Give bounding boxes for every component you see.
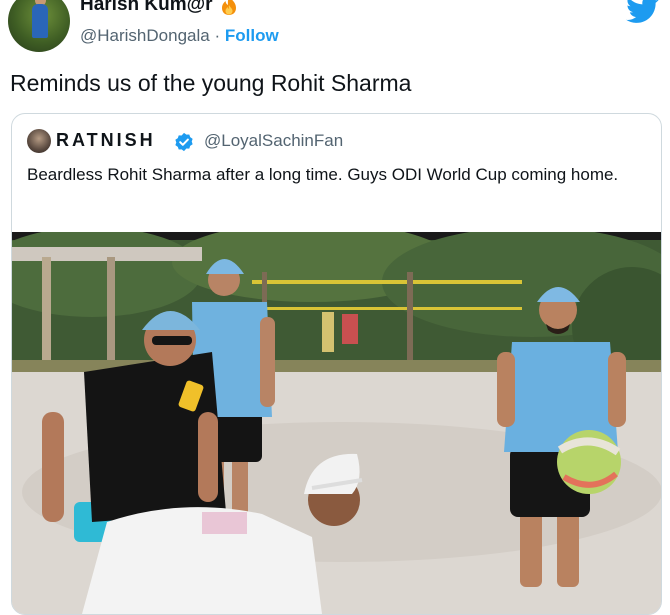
quoted-author-name[interactable]: RATNISH <box>56 130 156 151</box>
author-handle-row: @HarishDongala · Follow <box>80 26 279 46</box>
quoted-author-handle[interactable]: @LoyalSachinFan <box>204 131 343 151</box>
twitter-bird-icon[interactable] <box>626 0 660 24</box>
author-avatar[interactable] <box>8 0 70 52</box>
quoted-author-avatar[interactable] <box>27 129 51 153</box>
tweet-text: Reminds us of the young Rohit Sharma <box>10 70 412 96</box>
separator-dot: · <box>214 26 221 45</box>
quoted-tweet-text: Beardless Rohit Sharma after a long time… <box>27 165 619 184</box>
quoted-tweet-card[interactable]: RATNISH @LoyalSachinFan Beardless Rohit … <box>11 113 662 615</box>
author-name-row[interactable]: Harish Kum@r <box>80 0 239 16</box>
fire-emoji-icon <box>221 0 236 15</box>
author-handle[interactable]: @HarishDongala <box>80 26 210 45</box>
avatar-figure-body <box>32 4 48 38</box>
tweet-media-image[interactable] <box>12 232 661 614</box>
verified-badge-icon <box>175 132 193 152</box>
author-name[interactable]: Harish Kum@r <box>80 0 213 16</box>
follow-button[interactable]: Follow <box>225 26 279 45</box>
beach-volleyball-photo <box>12 232 661 614</box>
